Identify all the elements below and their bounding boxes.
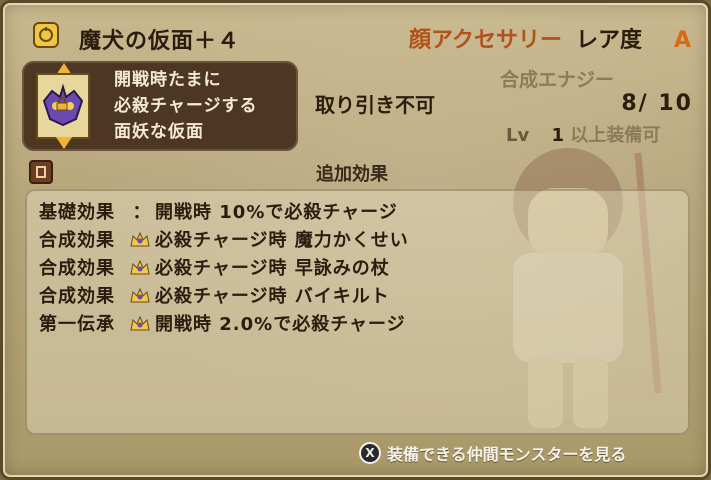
effect-text: 開戦時 2.0%で必殺チャージ — [155, 314, 406, 335]
x-button-icon[interactable]: X — [359, 442, 381, 464]
accessory-category-icon — [33, 22, 59, 48]
level-label: Lv — [506, 125, 530, 146]
item-description-line: 開戦時たまに — [114, 70, 222, 90]
book-icon — [29, 160, 53, 184]
item-header: 魔犬の仮面＋４ 顔アクセサリー レア度 A — [17, 15, 701, 57]
effect-text: 必殺チャージ時 バイキルト — [155, 286, 390, 307]
lock-icon — [56, 97, 68, 111]
crown-icon — [130, 231, 150, 247]
effect-label: 第一伝承 — [39, 314, 115, 335]
effect-label: 合成効果 — [39, 286, 115, 307]
item-detail-panel: 魔犬の仮面＋４ 顔アクセサリー レア度 A 開戦時たまに 必殺チャージする 面妖… — [0, 0, 711, 480]
equip-type: 顔アクセサリー — [409, 28, 562, 53]
trade-status: 取り引き不可 — [315, 93, 435, 117]
next-item-arrow-icon[interactable] — [56, 137, 72, 149]
effect-separator: ： — [132, 202, 152, 223]
effects-list: 基礎効果 ： 開戦時 10%で必殺チャージ 合成効果 必殺チャージ時 魔力かくせ… — [25, 189, 690, 435]
effect-row: 第一伝承 開戦時 2.0%で必殺チャージ — [39, 309, 406, 337]
rarity-value: A — [673, 28, 691, 53]
item-name: 魔犬の仮面＋４ — [79, 29, 241, 54]
level-requirement: Lv 1 以上装備可 — [506, 121, 660, 147]
item-description-line: 必殺チャージする — [114, 96, 258, 116]
rarity-label: レア度 — [575, 28, 642, 53]
item-meta: 顔アクセサリー レア度 A — [409, 22, 691, 54]
additional-effects-title: 追加効果 — [316, 164, 388, 185]
effect-row: 合成効果 必殺チャージ時 早詠みの杖 — [39, 253, 390, 281]
item-description: 開戦時たまに 必殺チャージする 面妖な仮面 — [114, 67, 258, 145]
footer-action-text[interactable]: 装備できる仲間モンスターを見る — [387, 441, 626, 465]
crown-icon — [130, 259, 150, 275]
effect-text: 必殺チャージ時 早詠みの杖 — [155, 258, 390, 279]
effect-text: 必殺チャージ時 魔力かくせい — [155, 230, 409, 251]
item-info-box: 開戦時たまに 必殺チャージする 面妖な仮面 — [22, 61, 298, 151]
crown-icon — [130, 287, 150, 303]
effect-row: 合成効果 必殺チャージ時 バイキルト — [39, 281, 390, 309]
synthesis-energy-value: 8/ 10 — [621, 91, 693, 116]
level-requirement-text: 以上装備可 — [570, 125, 661, 146]
item-description-line: 面妖な仮面 — [114, 122, 204, 142]
effect-label: 合成効果 — [39, 230, 115, 251]
effect-row: 基礎効果 ： 開戦時 10%で必殺チャージ — [39, 197, 398, 225]
effect-label: 合成効果 — [39, 258, 115, 279]
level-value: 1 — [551, 125, 565, 146]
view-compatible-monsters[interactable]: X 装備できる仲間モンスターを見る — [359, 440, 626, 466]
item-thumbnail — [36, 73, 90, 139]
effect-row: 合成効果 必殺チャージ時 魔力かくせい — [39, 225, 409, 253]
effect-text: 開戦時 10%で必殺チャージ — [155, 202, 398, 223]
effect-label: 基礎効果 — [39, 202, 115, 223]
synthesis-energy-label: 合成エナジー — [500, 69, 615, 91]
crown-icon — [130, 315, 150, 331]
